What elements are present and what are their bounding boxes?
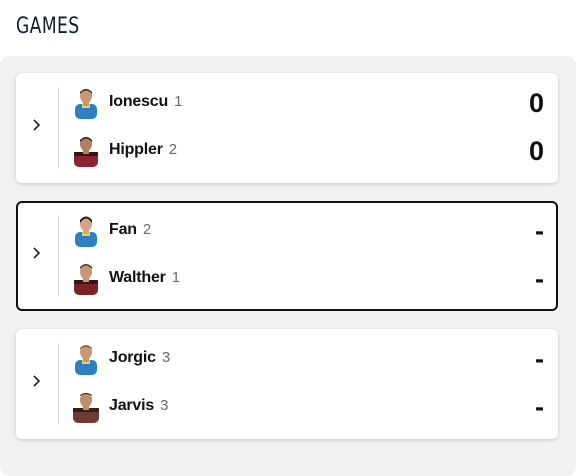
player-row: Fan 2 -: [71, 213, 544, 249]
player-name: Hippler 2: [109, 141, 177, 158]
player-seed: 1: [174, 93, 183, 110]
player-row: Jorgic 3 -: [71, 341, 544, 377]
player-avatar-icon: [73, 393, 99, 423]
player-row: Hippler 2 0: [71, 133, 544, 169]
player-avatar-icon: [75, 89, 97, 119]
player-name: Fan 2: [109, 221, 152, 238]
chevron-right-icon[interactable]: [30, 118, 44, 132]
chevron-right-icon[interactable]: [30, 374, 44, 388]
player-score: -: [535, 216, 544, 246]
player-row: Walther 1 -: [71, 261, 544, 297]
game-card-1[interactable]: Ionescu 1 0 Hippler 2 0: [16, 73, 558, 183]
divider: [58, 343, 59, 425]
game-card-3[interactable]: Jorgic 3 - Jarvis 3 -: [16, 329, 558, 439]
player-seed: 1: [171, 269, 180, 286]
player-seed: 2: [168, 141, 177, 158]
player-score: -: [535, 392, 544, 422]
player-name: Walther 1: [109, 269, 180, 286]
player-score: 0: [528, 136, 544, 166]
player-name: Ionescu 1: [109, 93, 183, 110]
player-name: Jorgic 3: [109, 349, 170, 366]
player-avatar-icon: [74, 264, 98, 295]
player-avatar-icon: [74, 137, 98, 167]
player-row: Jarvis 3 -: [71, 389, 544, 425]
player-seed: 3: [160, 397, 169, 414]
chevron-right-icon[interactable]: [30, 246, 44, 260]
player-name: Jarvis 3: [109, 397, 169, 414]
player-row: Ionescu 1 0: [71, 85, 544, 121]
divider: [58, 87, 59, 169]
player-avatar-icon: [75, 216, 97, 247]
divider: [58, 215, 59, 297]
page-title: GAMES: [16, 14, 80, 39]
games-panel: Ionescu 1 0 Hippler 2 0 Fan 2 - Walther …: [0, 56, 576, 476]
player-seed: 3: [161, 349, 170, 366]
player-seed: 2: [142, 221, 152, 238]
player-avatar-icon: [75, 345, 97, 375]
player-score: -: [535, 344, 544, 374]
player-score: -: [535, 264, 544, 294]
player-score: 0: [528, 88, 544, 118]
game-card-2[interactable]: Fan 2 - Walther 1 -: [16, 201, 558, 311]
